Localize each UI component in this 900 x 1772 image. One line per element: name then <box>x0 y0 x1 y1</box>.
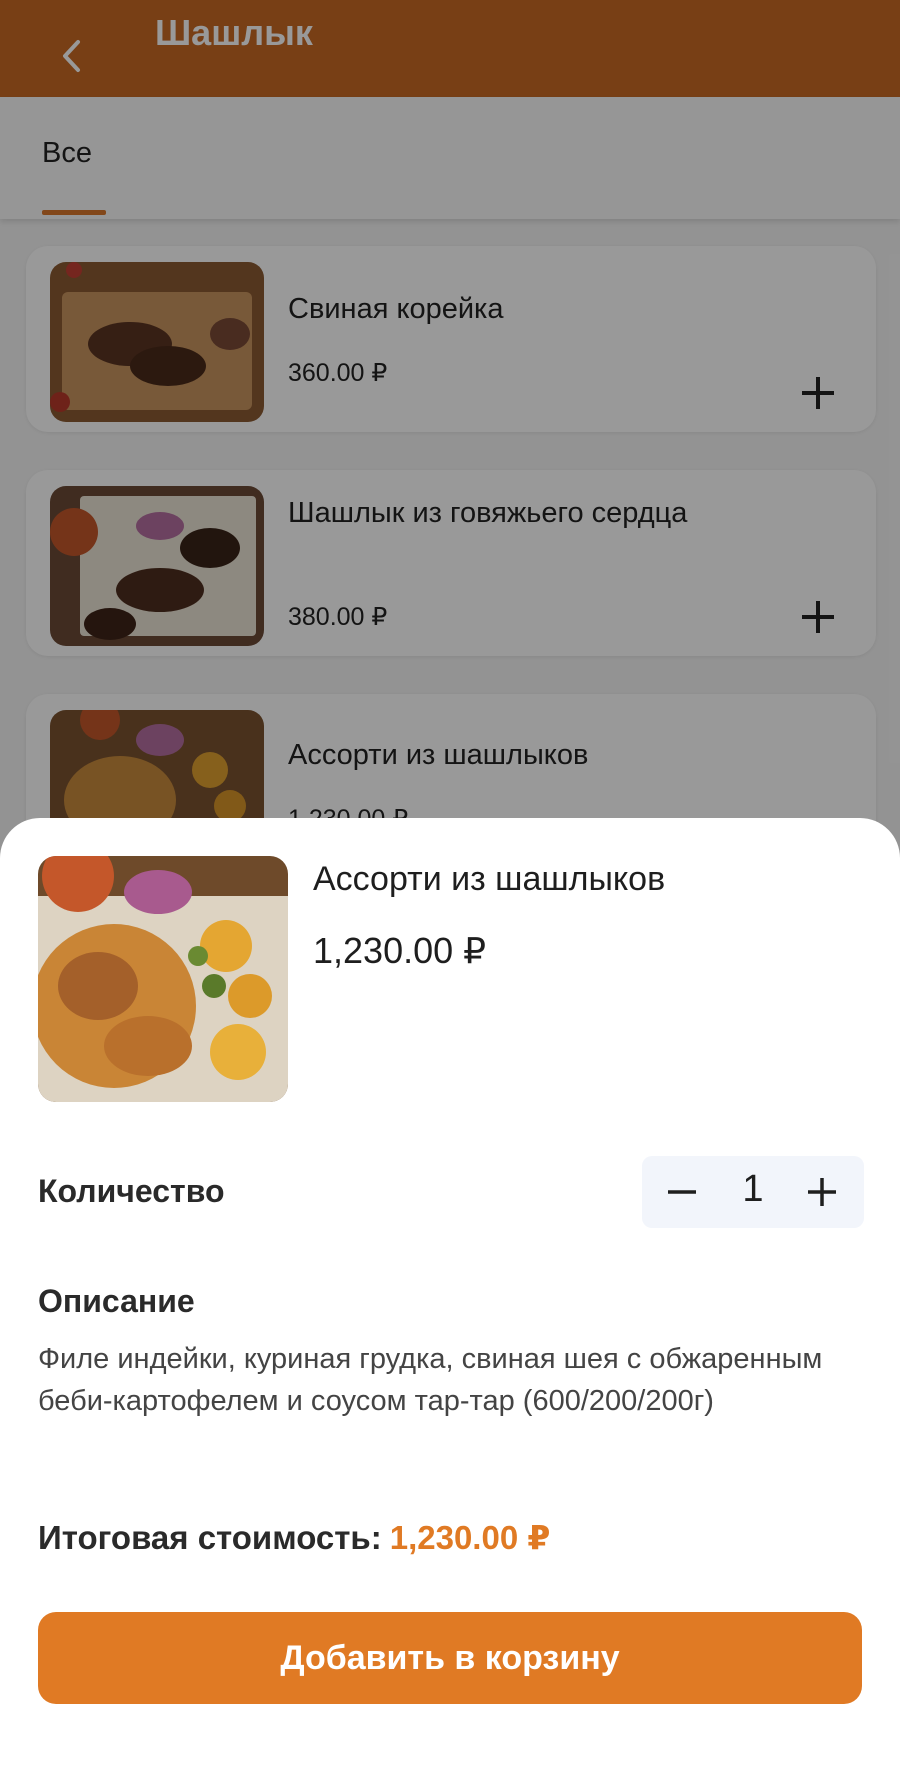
quantity-value: 1 <box>742 1168 764 1210</box>
total-label: Итоговая стоимость: <box>38 1519 382 1556</box>
product-name: Ассорти из шашлыков <box>313 860 666 898</box>
total-amount: 1,230.00 ₽ <box>389 1519 551 1556</box>
minus-icon[interactable] <box>662 1172 702 1212</box>
add-to-cart-button[interactable]: Добавить в корзину <box>38 1612 862 1704</box>
total-price: Итоговая стоимость: 1,230.00 ₽ <box>38 1518 550 1557</box>
product-price: 1,230.00 ₽ <box>313 930 487 971</box>
product-image <box>38 856 288 1102</box>
quantity-stepper: 1 <box>642 1156 864 1228</box>
description-text: Филе индейки, куриная грудка, свиная шея… <box>38 1343 823 1417</box>
plus-icon[interactable] <box>802 1172 842 1212</box>
description-label: Описание <box>38 1283 195 1319</box>
product-bottom-sheet: Ассорти из шашлыков 1,230.00 ₽ Количеств… <box>0 818 900 1772</box>
quantity-label: Количество <box>38 1173 225 1209</box>
